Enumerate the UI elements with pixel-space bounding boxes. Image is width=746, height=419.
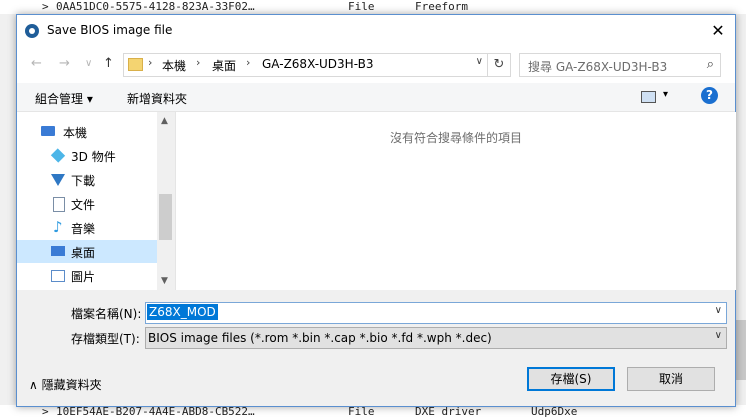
filetype-dropdown-icon[interactable]: ∨ — [715, 330, 722, 341]
breadcrumb-this-pc[interactable]: 本機 — [162, 57, 186, 74]
search-placeholder[interactable]: 搜尋 GA-Z68X-UD3H-B3 — [528, 58, 667, 75]
save-dialog: Save BIOS image file ✕ ← → ∨ ↑ › 本機 › 桌面… — [16, 14, 736, 407]
sidebar-scrollbar[interactable]: ▲ ▼ — [157, 112, 174, 290]
cancel-button[interactable]: 取消 — [627, 367, 715, 391]
forward-arrow-icon[interactable]: → — [59, 56, 70, 71]
sidebar-item-label: 圖片 — [71, 270, 96, 284]
cube-icon — [50, 148, 66, 163]
music-icon: ♪ — [53, 218, 63, 236]
sidebar-item-label: 文件 — [71, 198, 96, 212]
app-gear-icon — [25, 24, 39, 38]
address-bar[interactable]: › 本機 › 桌面 › GA-Z68X-UD3H-B3 ∨ ↻ — [123, 53, 511, 77]
breadcrumb-desktop[interactable]: 桌面 — [212, 57, 236, 74]
empty-message: 沒有符合搜尋條件的項目 — [389, 131, 522, 145]
search-box[interactable]: 搜尋 GA-Z68X-UD3H-B3 ⌕ — [519, 53, 721, 77]
sidebar-item-desktop[interactable]: 桌面 — [17, 240, 157, 263]
refresh-icon[interactable]: ↻ — [487, 54, 510, 76]
folder-icon — [128, 58, 143, 71]
sidebar-item-label: 3D 物件 — [71, 150, 116, 164]
view-mode-icon[interactable] — [641, 91, 656, 103]
download-icon — [51, 174, 65, 186]
navigation-bar: ← → ∨ ↑ › 本機 › 桌面 › GA-Z68X-UD3H-B3 ∨ ↻ … — [17, 47, 735, 83]
scrollbar-thumb[interactable] — [159, 194, 172, 240]
pictures-icon — [51, 270, 65, 282]
filename-value[interactable]: Z68X_MOD — [147, 304, 218, 320]
desktop-icon — [51, 246, 65, 256]
hide-folders-button[interactable]: ∧ 隱藏資料夾 — [29, 376, 102, 393]
recent-dropdown-icon[interactable]: ∨ — [85, 58, 92, 69]
sidebar-item-music[interactable]: ♪ 音樂 — [17, 216, 157, 239]
filename-field[interactable]: Z68X_MOD ∨ — [145, 302, 727, 324]
computer-icon — [41, 126, 55, 136]
sidebar-item-pictures[interactable]: 圖片 — [17, 264, 157, 287]
view-dropdown-icon[interactable]: ▾ — [663, 89, 668, 100]
search-icon[interactable]: ⌕ — [707, 57, 714, 72]
filetype-label: 存檔類型(T): — [71, 332, 140, 346]
filetype-value[interactable]: BIOS image files (*.rom *.bin *.cap *.bi… — [148, 331, 492, 345]
breadcrumb-current-folder[interactable]: GA-Z68X-UD3H-B3 — [262, 57, 373, 71]
filetype-select[interactable]: BIOS image files (*.rom *.bin *.cap *.bi… — [145, 327, 727, 349]
breadcrumb-separator-icon[interactable]: › — [196, 56, 200, 69]
title-bar: Save BIOS image file ✕ — [17, 15, 735, 47]
navigation-pane: 本機 3D 物件 下載 文件 ♪ 音樂 桌面 圖片 ▲ ▼ — [17, 112, 174, 290]
filename-label: 檔案名稱(N): — [71, 307, 142, 321]
row-chevron: > — [42, 0, 49, 13]
sidebar-item-downloads[interactable]: 下載 — [17, 168, 157, 191]
command-bar: 組合管理 ▾ 新增資料夾 ▾ ? — [17, 83, 735, 112]
save-button[interactable]: 存檔(S) — [527, 367, 615, 391]
help-icon[interactable]: ? — [701, 87, 718, 104]
document-icon — [53, 197, 65, 212]
back-arrow-icon[interactable]: ← — [31, 56, 42, 71]
sidebar-item-this-pc[interactable]: 本機 — [17, 120, 157, 143]
background-row: > 0AA51DC0-5575-4128-823A-33F02… File Fr… — [0, 0, 746, 14]
scroll-up-icon[interactable]: ▲ — [161, 116, 168, 126]
new-folder-button[interactable]: 新增資料夾 — [127, 90, 187, 107]
organize-button[interactable]: 組合管理 ▾ — [35, 90, 93, 107]
scroll-down-icon[interactable]: ▼ — [161, 276, 168, 286]
filename-dropdown-icon[interactable]: ∨ — [715, 305, 722, 316]
sidebar-item-documents[interactable]: 文件 — [17, 192, 157, 215]
sidebar-item-label: 音樂 — [71, 222, 96, 236]
sidebar-item-label: 下載 — [71, 174, 96, 188]
row-subtype: Freeform — [415, 0, 468, 13]
row-name: 0AA51DC0-5575-4128-823A-33F02… — [56, 0, 255, 13]
address-dropdown-icon[interactable]: ∨ — [476, 56, 483, 67]
up-arrow-icon[interactable]: ↑ — [103, 56, 114, 71]
sidebar-item-3d-objects[interactable]: 3D 物件 — [17, 144, 157, 167]
background-scrollbar[interactable] — [736, 320, 746, 380]
breadcrumb-separator-icon[interactable]: › — [246, 56, 250, 69]
file-list-pane[interactable]: 沒有符合搜尋條件的項目 — [175, 112, 736, 290]
dialog-title: Save BIOS image file — [47, 23, 173, 37]
sidebar-item-label: 桌面 — [71, 246, 96, 260]
close-button[interactable]: ✕ — [701, 15, 735, 47]
breadcrumb-separator-icon[interactable]: › — [148, 56, 152, 69]
row-type: File — [348, 0, 375, 13]
sidebar-item-label: 本機 — [63, 126, 88, 140]
